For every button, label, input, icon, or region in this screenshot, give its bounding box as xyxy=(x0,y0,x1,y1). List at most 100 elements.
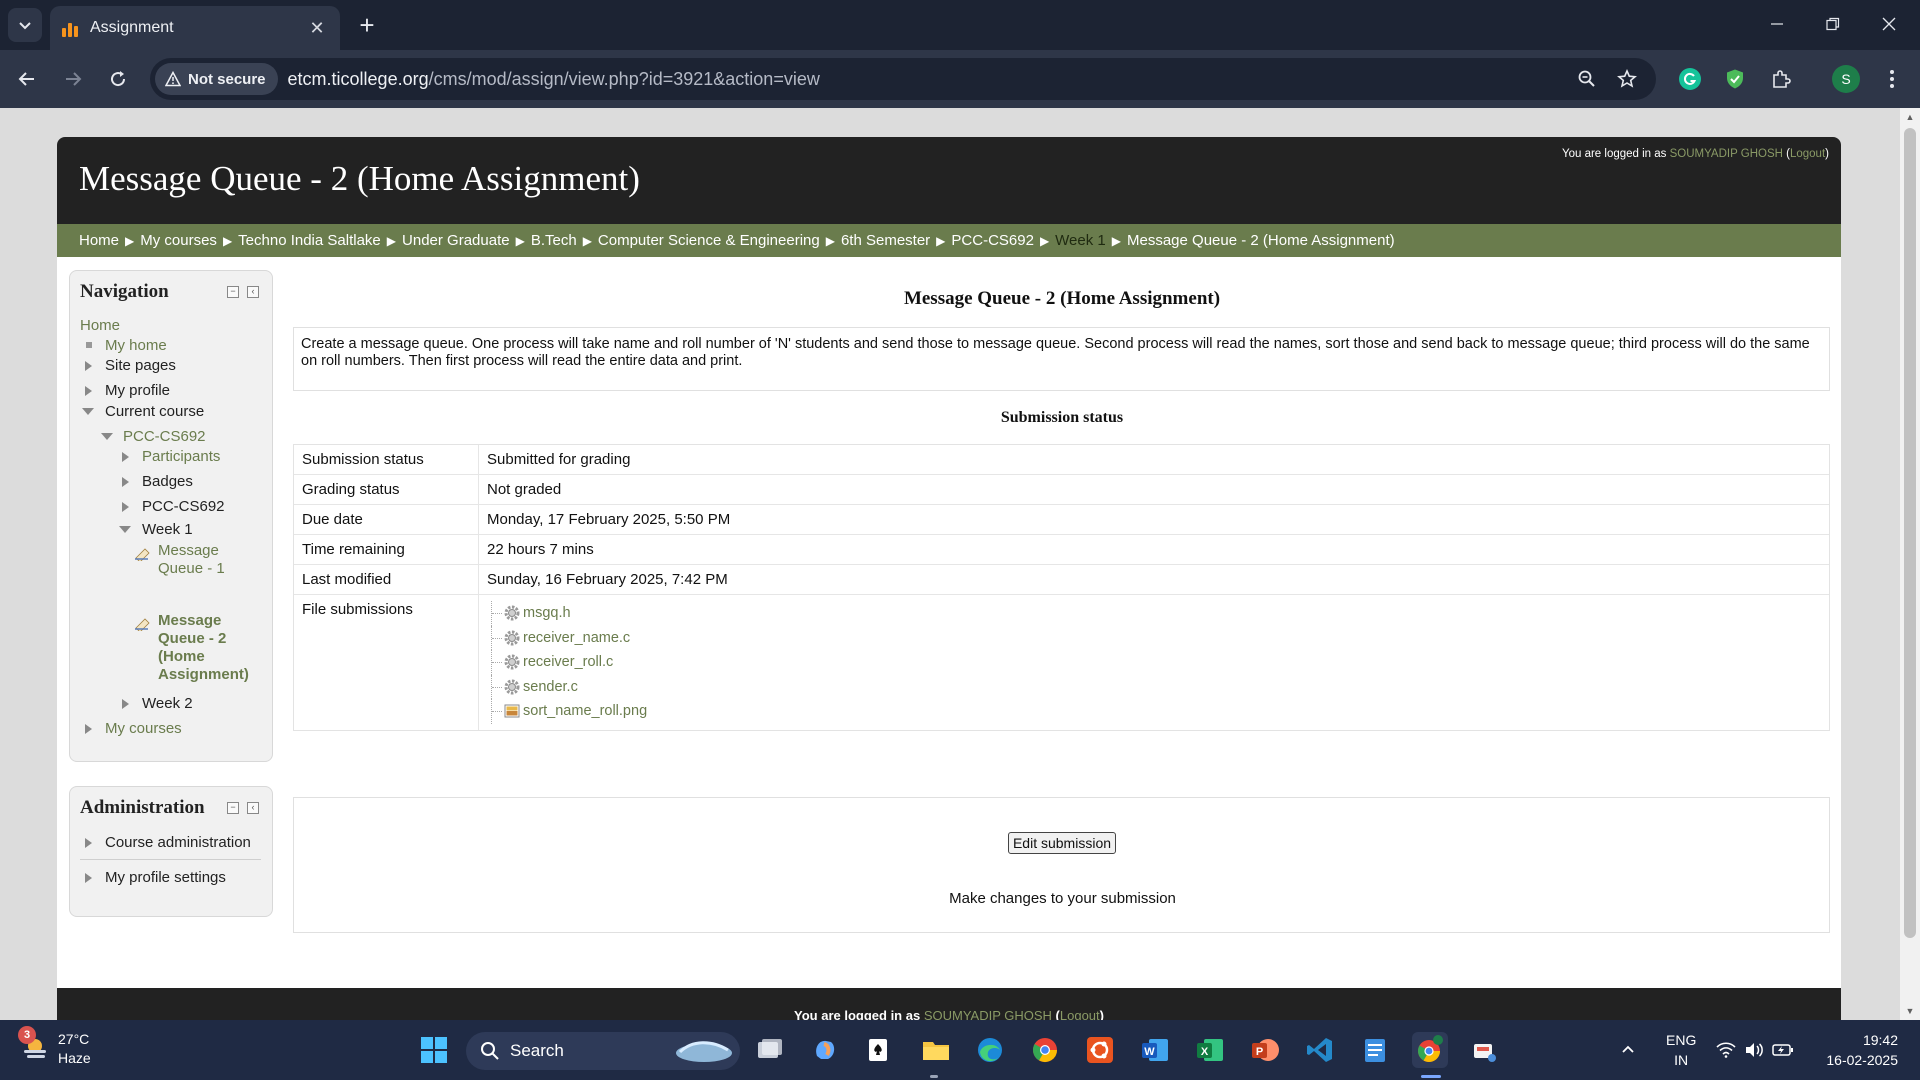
dock-block-icon[interactable]: ‹ xyxy=(247,286,259,298)
breadcrumb-btech[interactable]: B.Tech xyxy=(531,232,577,249)
breadcrumb-department[interactable]: Computer Science & Engineering xyxy=(598,232,820,249)
solitaire-icon[interactable] xyxy=(861,1032,897,1068)
chrome-profile-active-icon[interactable] xyxy=(1412,1032,1448,1068)
minimize-window-button[interactable] xyxy=(1754,8,1800,40)
address-bar[interactable]: Not secure etcm.ticollege.org/cms/mod/as… xyxy=(150,58,1656,100)
restore-window-button[interactable] xyxy=(1810,8,1856,40)
file-link[interactable]: msgq.h xyxy=(523,605,571,621)
file-link[interactable]: receiver_roll.c xyxy=(523,654,613,670)
collapse-arrow-icon[interactable] xyxy=(101,433,113,440)
edge-icon[interactable] xyxy=(972,1032,1008,1068)
expand-arrow-icon[interactable] xyxy=(85,724,92,734)
admin-course-administration[interactable]: Course administration xyxy=(105,834,251,851)
start-windows-icon[interactable] xyxy=(416,1032,452,1068)
expand-arrow-icon[interactable] xyxy=(85,386,92,396)
bookmark-star-icon[interactable] xyxy=(1614,66,1640,92)
excel-icon[interactable]: X xyxy=(1192,1032,1228,1068)
nav-current-course[interactable]: Current course xyxy=(105,403,204,420)
collapse-block-icon[interactable]: − xyxy=(227,802,239,814)
nav-activity-current[interactable]: Message Queue - 2 (Home Assignment) xyxy=(158,612,266,684)
show-hidden-icons-button[interactable] xyxy=(1620,1020,1636,1080)
nav-my-courses[interactable]: My courses xyxy=(105,720,182,737)
file-link[interactable]: receiver_name.c xyxy=(523,630,630,646)
file-link[interactable]: sender.c xyxy=(523,679,578,695)
zoom-icon[interactable] xyxy=(1574,66,1600,92)
language-indicator[interactable]: ENG IN xyxy=(1666,1030,1696,1070)
expand-arrow-icon[interactable] xyxy=(85,873,92,883)
breadcrumb-home[interactable]: Home xyxy=(79,232,119,249)
shield-extension-icon[interactable] xyxy=(1719,63,1751,95)
file-item: msgq.h xyxy=(491,601,1821,626)
admin-profile-settings[interactable]: My profile settings xyxy=(105,869,226,886)
expand-arrow-icon[interactable] xyxy=(122,502,129,512)
tree-connector xyxy=(491,625,503,650)
nav-course-code[interactable]: PCC-CS692 xyxy=(123,428,206,445)
arrow-right-icon xyxy=(66,72,82,86)
nav-week-1[interactable]: Week 1 xyxy=(142,521,193,538)
taskbar-clock[interactable]: 19:42 16-02-2025 xyxy=(1826,1030,1898,1070)
tab-search-button[interactable] xyxy=(8,8,42,42)
expand-arrow-icon[interactable] xyxy=(85,361,92,371)
close-tab-icon[interactable]: ✕ xyxy=(306,17,328,39)
browser-tab-active[interactable]: Assignment ✕ xyxy=(50,6,340,50)
reload-button[interactable] xyxy=(102,63,134,95)
snipping-tool-icon[interactable] xyxy=(1466,1032,1502,1068)
system-tray-status[interactable] xyxy=(1716,1020,1794,1080)
copilot-icon[interactable] xyxy=(807,1032,843,1068)
file-explorer-icon[interactable] xyxy=(918,1032,954,1068)
footer-logout-link[interactable]: Logout xyxy=(1060,1008,1100,1020)
expand-arrow-icon[interactable] xyxy=(122,452,129,462)
taskbar-search[interactable]: Search xyxy=(466,1032,740,1070)
collapse-arrow-icon[interactable] xyxy=(82,408,94,415)
page-scrollbar[interactable]: ▲ ▼ xyxy=(1900,108,1920,1020)
scroll-down-arrow-icon[interactable]: ▼ xyxy=(1900,1002,1920,1020)
task-view-icon[interactable] xyxy=(752,1032,788,1068)
powerpoint-icon[interactable]: P xyxy=(1247,1032,1283,1068)
profile-avatar[interactable]: S xyxy=(1832,65,1860,93)
ubuntu-icon[interactable] xyxy=(1082,1032,1118,1068)
vscode-icon[interactable] xyxy=(1302,1032,1338,1068)
new-tab-button[interactable]: + xyxy=(352,10,382,40)
extensions-puzzle-icon[interactable] xyxy=(1765,63,1797,95)
url-text[interactable]: etcm.ticollege.org/cms/mod/assign/view.p… xyxy=(288,69,820,90)
nav-badges[interactable]: Badges xyxy=(142,473,193,490)
collapse-arrow-icon[interactable] xyxy=(119,526,131,533)
breadcrumb-undergraduate[interactable]: Under Graduate xyxy=(402,232,510,249)
expand-arrow-icon[interactable] xyxy=(122,477,129,487)
notepad-icon[interactable] xyxy=(1357,1032,1393,1068)
user-profile-link[interactable]: SOUMYADIP GHOSH xyxy=(1670,148,1783,160)
scroll-up-arrow-icon[interactable]: ▲ xyxy=(1900,108,1920,126)
breadcrumb-course[interactable]: PCC-CS692 xyxy=(951,232,1034,249)
breadcrumb-week[interactable]: Week 1 xyxy=(1055,232,1106,249)
nav-site-pages[interactable]: Site pages xyxy=(105,357,176,374)
forward-button[interactable] xyxy=(57,63,89,95)
expand-arrow-icon[interactable] xyxy=(122,699,129,709)
back-button[interactable] xyxy=(11,63,43,95)
nav-my-profile[interactable]: My profile xyxy=(105,382,170,399)
grammarly-extension-icon[interactable] xyxy=(1674,63,1706,95)
breadcrumb-institution[interactable]: Techno India Saltlake xyxy=(238,232,381,249)
browser-menu-icon[interactable] xyxy=(1876,63,1908,95)
collapse-block-icon[interactable]: − xyxy=(227,286,239,298)
weather-widget[interactable]: 3 27°C Haze xyxy=(18,1026,91,1068)
close-window-button[interactable] xyxy=(1866,8,1912,40)
nav-course-section[interactable]: PCC-CS692 xyxy=(142,498,225,515)
nav-home[interactable]: Home xyxy=(80,317,120,334)
breadcrumb-semester[interactable]: 6th Semester xyxy=(841,232,930,249)
file-link[interactable]: sort_name_roll.png xyxy=(523,703,647,719)
edit-submission-button[interactable]: Edit submission xyxy=(1008,832,1116,854)
scrollbar-thumb[interactable] xyxy=(1904,128,1916,938)
dock-block-icon[interactable]: ‹ xyxy=(247,802,259,814)
breadcrumb-my-courses[interactable]: My courses xyxy=(140,232,217,249)
chrome-icon[interactable] xyxy=(1027,1032,1063,1068)
logout-link[interactable]: Logout xyxy=(1790,148,1825,160)
site-info-chip[interactable]: Not secure xyxy=(155,63,278,95)
nav-my-home[interactable]: My home xyxy=(105,337,167,354)
nav-week-2[interactable]: Week 2 xyxy=(142,695,193,712)
nav-activity-message-queue-1[interactable]: Message Queue - 1 xyxy=(158,542,263,578)
footer-user-link[interactable]: SOUMYADIP GHOSH xyxy=(924,1008,1052,1020)
nav-participants[interactable]: Participants xyxy=(142,448,220,465)
breadcrumb-separator-icon: ▶ xyxy=(936,233,946,248)
word-icon[interactable]: W xyxy=(1137,1032,1173,1068)
expand-arrow-icon[interactable] xyxy=(85,838,92,848)
